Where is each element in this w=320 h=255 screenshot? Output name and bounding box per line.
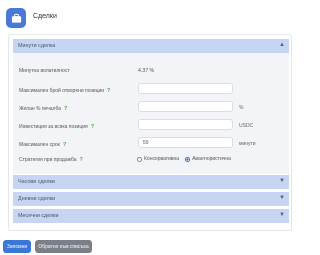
chevron-down-icon: ▼	[279, 195, 285, 201]
deals-card: Минути сделка ▲ Минутна волатилност 4.37…	[8, 34, 292, 231]
save-button[interactable]: Запомни	[3, 240, 31, 253]
help-icon[interactable]: ?	[107, 88, 110, 94]
section-header-daily-deals[interactable]: Дневни сделки ▼	[13, 192, 289, 206]
profit-label: Желан % печалба?	[19, 106, 68, 112]
strategy-label: Стратегия при продажба?	[19, 157, 83, 163]
page-title: Сделки	[33, 13, 57, 20]
briefcase-icon	[6, 8, 26, 28]
back-to-list-button[interactable]: Обратно към списъка	[35, 240, 92, 253]
max-positions-label: Максимален брой отворени позиции?	[19, 88, 111, 94]
strategy-radio-group: Консервативна Авантюристична	[137, 156, 237, 162]
volatility-value: 4.37 %	[138, 68, 155, 74]
strategy-option-adventurous[interactable]: Авантюристична	[185, 156, 231, 162]
strategy-option-conservative[interactable]: Консервативна	[137, 156, 179, 162]
max-positions-input[interactable]	[138, 83, 233, 94]
chevron-up-icon: ▲	[279, 42, 285, 48]
investment-label: Инвестиция за всяка позиция?	[19, 124, 95, 130]
section-title: Дневни сделки	[18, 196, 56, 202]
investment-input[interactable]	[138, 119, 233, 130]
help-icon[interactable]: ?	[80, 157, 83, 163]
radio-checked-icon[interactable]	[185, 156, 191, 162]
max-duration-label: Максимален срок?	[19, 142, 67, 148]
section-header-minute-deals[interactable]: Минути сделка ▲	[13, 39, 289, 53]
radio-unchecked-icon[interactable]	[137, 156, 142, 162]
profit-input[interactable]	[138, 101, 233, 112]
section-header-hourly-deals[interactable]: Часови сделки ▼	[13, 175, 289, 189]
section-title: Минути сделка	[18, 43, 56, 49]
help-icon[interactable]: ?	[64, 106, 67, 112]
chevron-down-icon: ▼	[279, 212, 285, 218]
max-duration-input[interactable]: 59	[138, 137, 233, 148]
chevron-down-icon: ▼	[279, 178, 285, 184]
investment-unit: USDC	[239, 123, 254, 129]
section-title: Часови сделки	[18, 179, 55, 185]
help-icon[interactable]: ?	[63, 142, 66, 148]
volatility-label: Минутна волатилност	[19, 68, 70, 74]
profit-unit: %	[239, 105, 244, 111]
section-body-minute-deals: Минутна волатилност 4.37 % Максимален бр…	[13, 53, 289, 174]
section-title: Месечни сделки	[18, 213, 59, 219]
max-duration-unit: минути	[239, 141, 256, 147]
section-header-monthly-deals[interactable]: Месечни сделки ▼	[13, 209, 289, 223]
help-icon[interactable]: ?	[91, 124, 94, 130]
app-header: Сделки	[0, 0, 300, 36]
